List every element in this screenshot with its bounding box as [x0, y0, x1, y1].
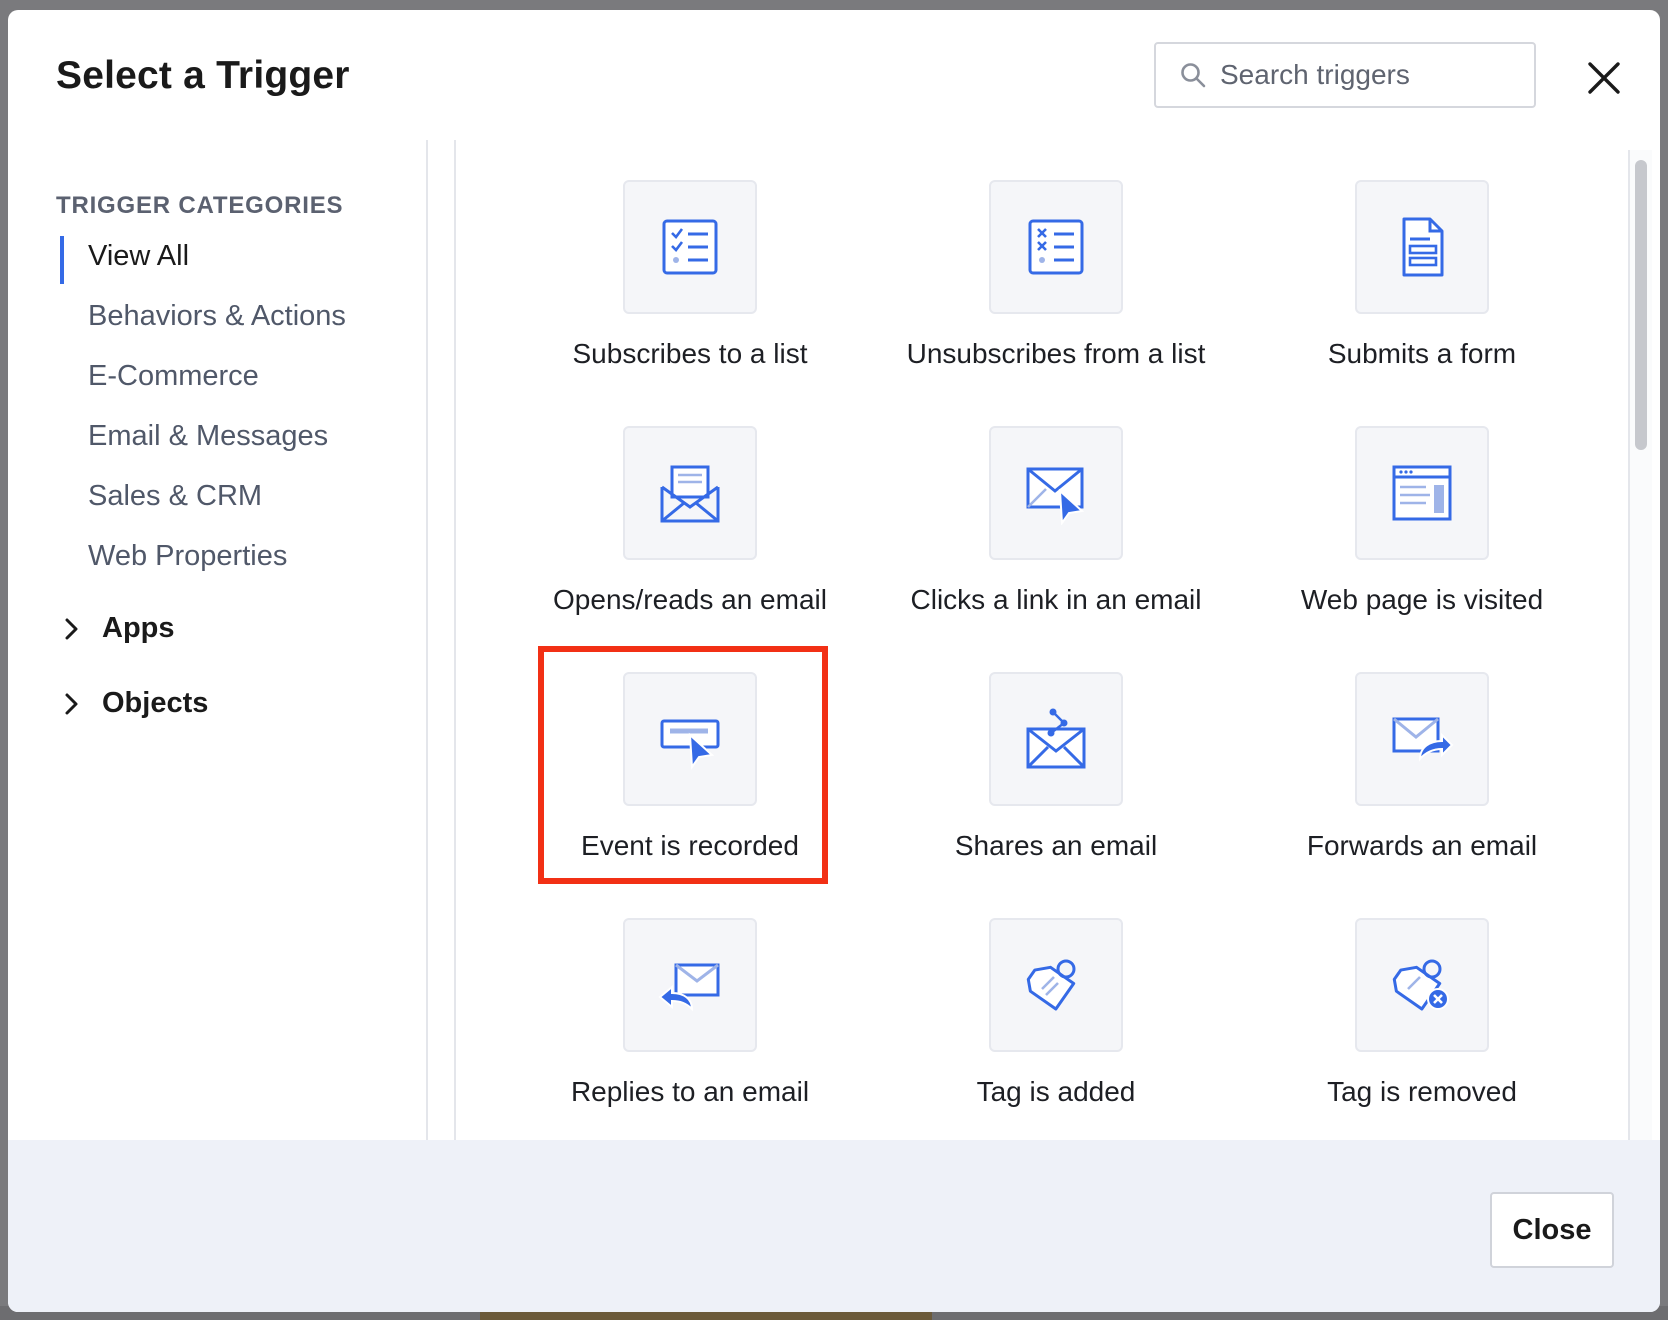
trigger-label: Shares an email — [954, 830, 1158, 861]
search-box[interactable] — [1154, 42, 1536, 108]
sidebar-heading: TRIGGER CATEGORIES — [56, 192, 344, 219]
trigger-label: Submits a form — [1327, 338, 1517, 369]
trigger-replies-email[interactable]: Replies to an email — [540, 918, 840, 1108]
open-email-icon — [623, 426, 757, 560]
select-trigger-modal: Select a Trigger TRIGGER CATEGORIES View… — [8, 10, 1660, 1312]
search-input[interactable] — [1218, 58, 1502, 92]
category-e-commerce[interactable]: E-Commerce — [88, 360, 259, 393]
forward-email-icon — [1355, 672, 1489, 806]
trigger-tag-removed[interactable]: Tag is removed — [1272, 918, 1572, 1108]
share-email-icon — [989, 672, 1123, 806]
form-document-icon — [1355, 180, 1489, 314]
scrollbar-thumb[interactable] — [1635, 160, 1647, 450]
chevron-right-icon — [65, 693, 78, 714]
chevron-right-icon — [65, 618, 78, 639]
category-sales-crm[interactable]: Sales & CRM — [88, 480, 262, 513]
group-label: Apps — [102, 612, 175, 644]
trigger-label: Web page is visited — [1300, 584, 1544, 615]
trigger-subscribes-to-list[interactable]: Subscribes to a list — [540, 180, 840, 370]
trigger-submits-form[interactable]: Submits a form — [1272, 180, 1572, 370]
subscribe-list-icon — [623, 180, 757, 314]
trigger-opens-email[interactable]: Opens/reads an email — [540, 426, 840, 616]
web-page-icon — [1355, 426, 1489, 560]
trigger-tag-added[interactable]: Tag is added — [906, 918, 1206, 1108]
trigger-label: Unsubscribes from a list — [906, 338, 1206, 369]
trigger-label: Opens/reads an email — [553, 584, 827, 615]
group-objects[interactable]: Objects — [64, 687, 208, 720]
trigger-label: Tag is added — [976, 1076, 1136, 1107]
category-web-properties[interactable]: Web Properties — [88, 540, 287, 573]
group-label: Objects — [102, 687, 209, 719]
category-sidebar: TRIGGER CATEGORIES View All Behaviors & … — [8, 140, 428, 1150]
trigger-web-page-visited[interactable]: Web page is visited — [1272, 426, 1572, 616]
search-icon — [1181, 63, 1206, 88]
close-button[interactable]: Close — [1490, 1192, 1614, 1268]
trigger-label: Event is recorded — [581, 830, 799, 861]
email-click-icon — [989, 426, 1123, 560]
trigger-label: Subscribes to a list — [572, 338, 808, 369]
modal-footer: Close — [8, 1140, 1660, 1312]
trigger-unsubscribes-from-list[interactable]: Unsubscribes from a list — [906, 180, 1206, 370]
trigger-clicks-link-email[interactable]: Clicks a link in an email — [906, 426, 1206, 616]
trigger-label: Replies to an email — [570, 1076, 810, 1107]
category-view-all[interactable]: View All — [88, 240, 189, 273]
category-email-messages[interactable]: Email & Messages — [88, 420, 328, 453]
close-icon[interactable] — [1580, 54, 1628, 102]
backdrop-strip-brown — [480, 1312, 932, 1320]
trigger-event-recorded[interactable]: Event is recorded — [540, 672, 840, 862]
trigger-label: Forwards an email — [1306, 830, 1538, 861]
tag-add-icon — [989, 918, 1123, 1052]
modal-title: Select a Trigger — [56, 54, 350, 97]
event-cursor-icon — [623, 672, 757, 806]
trigger-forwards-email[interactable]: Forwards an email — [1272, 672, 1572, 862]
unsubscribe-list-icon — [989, 180, 1123, 314]
tag-remove-icon — [1355, 918, 1489, 1052]
trigger-shares-email[interactable]: Shares an email — [906, 672, 1206, 862]
category-behaviors-actions[interactable]: Behaviors & Actions — [88, 300, 346, 333]
group-apps[interactable]: Apps — [64, 612, 175, 645]
trigger-label: Tag is removed — [1327, 1076, 1517, 1107]
reply-email-icon — [623, 918, 757, 1052]
scrollbar[interactable] — [1628, 150, 1652, 1150]
content-divider — [454, 140, 456, 1150]
active-indicator — [60, 236, 64, 284]
trigger-label: Clicks a link in an email — [910, 584, 1202, 615]
